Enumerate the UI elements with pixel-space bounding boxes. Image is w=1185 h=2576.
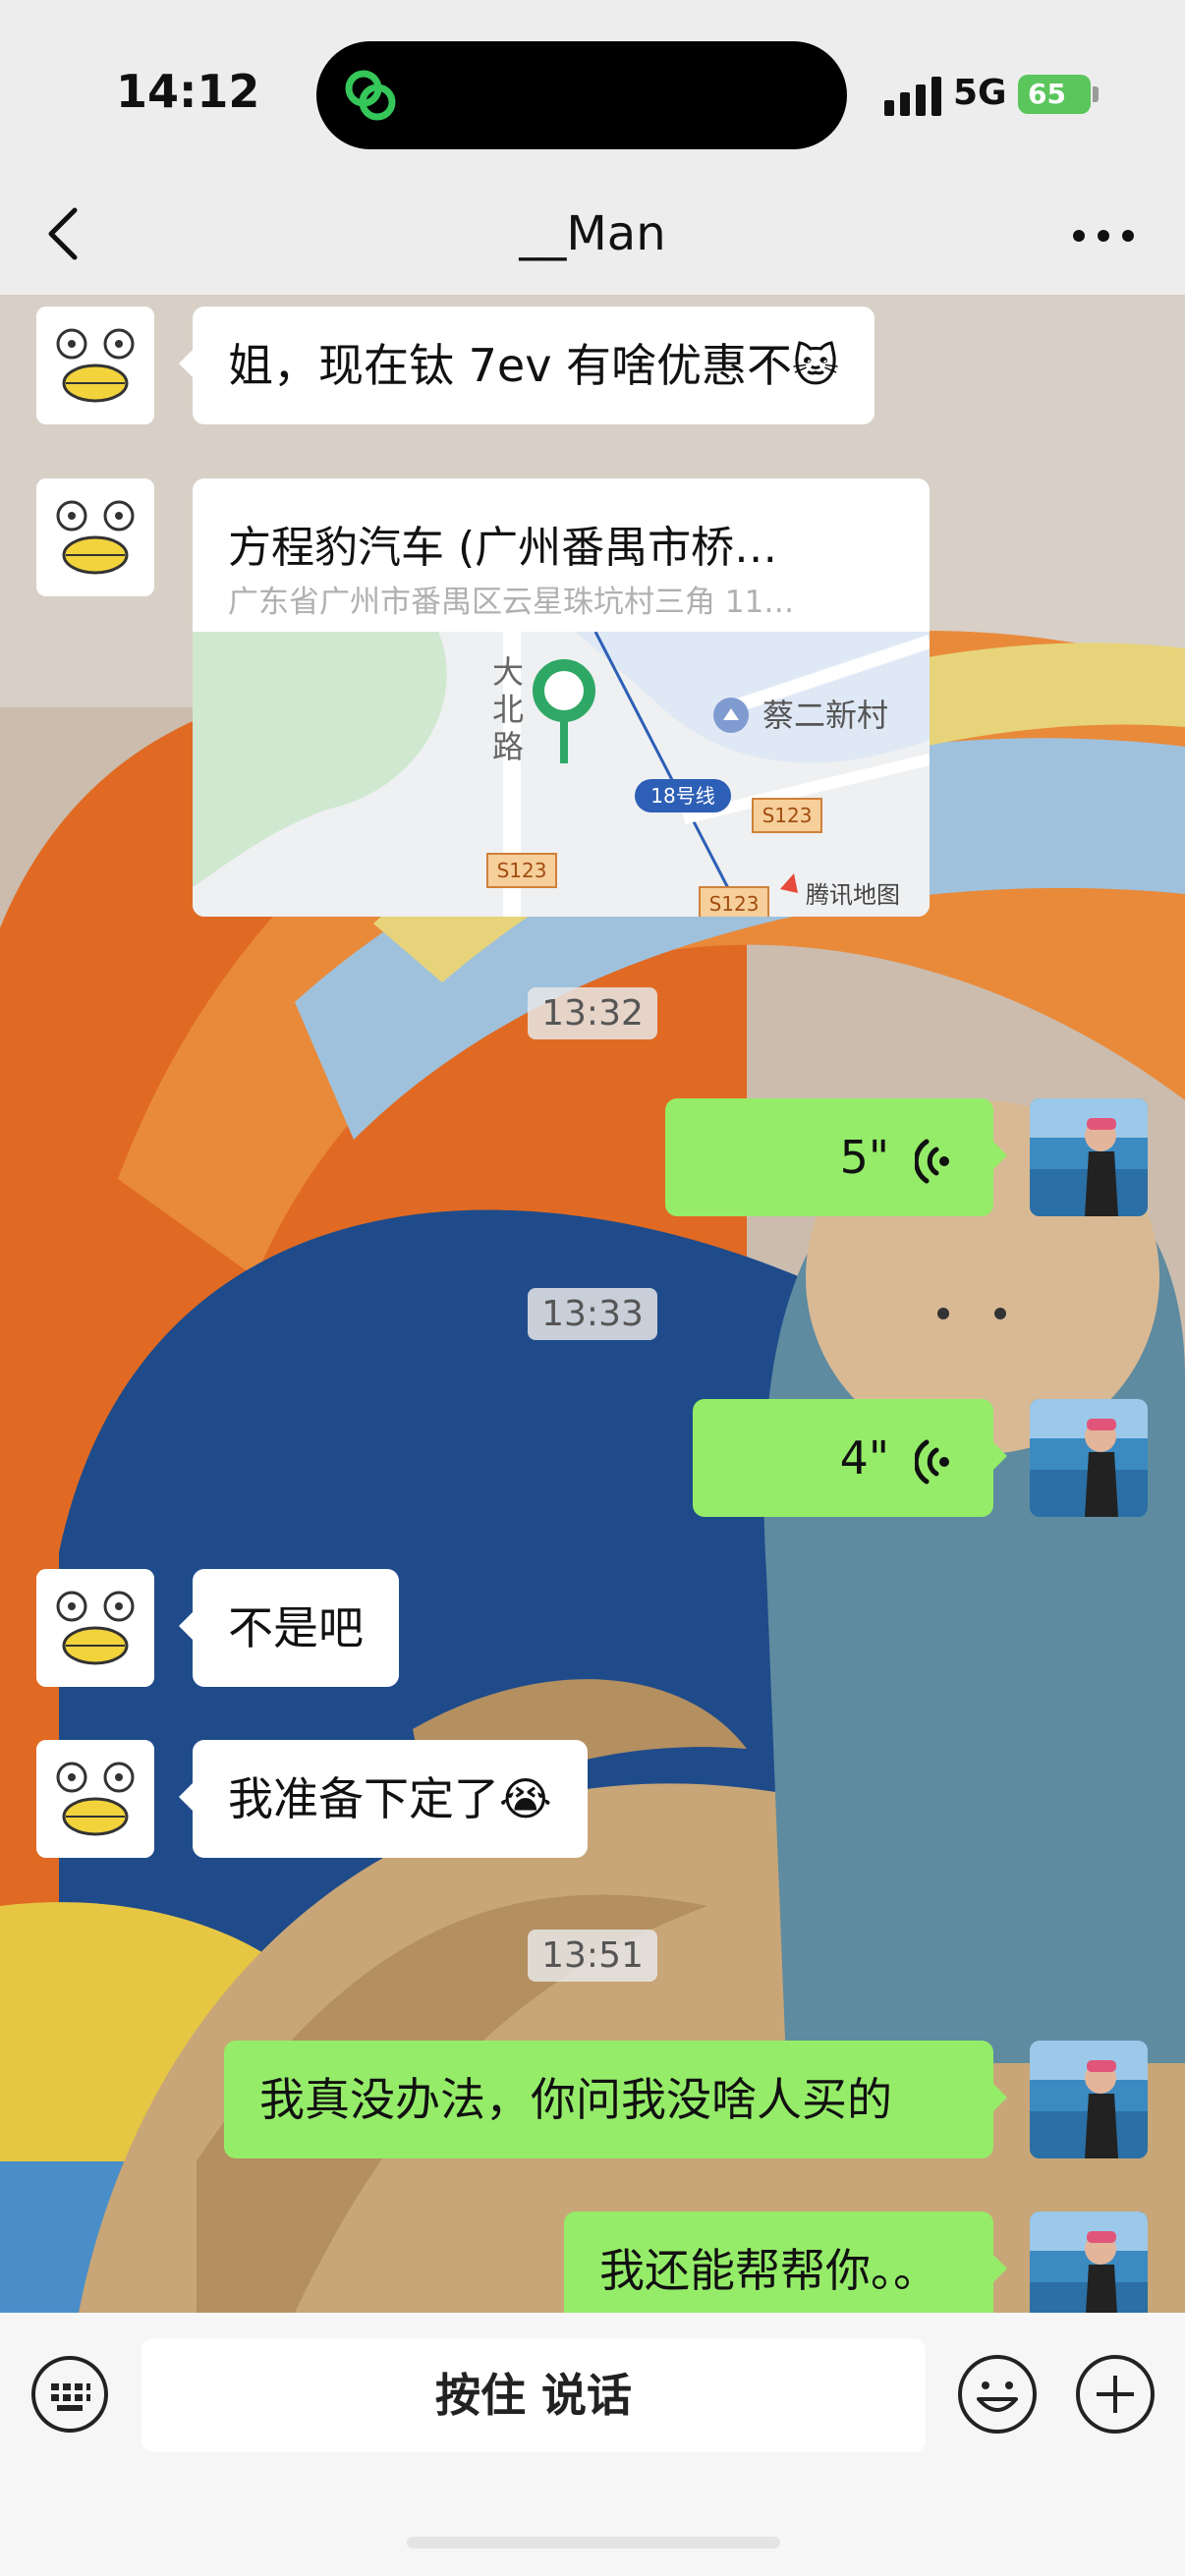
battery-tip <box>1093 86 1099 102</box>
voice-duration: 5" <box>839 1131 889 1184</box>
voice-duration: 4" <box>839 1431 889 1484</box>
battery-level: 65 <box>1028 78 1066 110</box>
message-bubble-outgoing[interactable]: 我还能帮帮你。。 <box>564 2212 1007 2313</box>
chat-area[interactable]: 姐，现在钛 7ev 有啥优惠不🐱 方程豹汽车 (广州番禺市桥… 广东省广州市番禺… <box>0 295 1185 2313</box>
status-time: 14:12 <box>116 65 260 118</box>
timestamp: 13:33 <box>0 1288 1185 1340</box>
contact-avatar[interactable] <box>36 307 154 424</box>
location-address: 广东省广州市番禺区云星珠坑村三角 11… <box>228 585 795 620</box>
map-highway-label: S123 <box>709 892 760 916</box>
map-road-label-3: 路 <box>492 728 524 765</box>
chat-title: __Man <box>519 206 666 261</box>
more-icon[interactable] <box>1069 224 1138 248</box>
voice-message-outgoing[interactable]: 4" <box>693 1399 1007 1517</box>
timestamp: 13:32 <box>0 987 1185 1039</box>
voice-wave-icon <box>915 1139 949 1183</box>
my-avatar[interactable] <box>1030 1098 1148 1216</box>
plus-icon[interactable] <box>1073 2352 1157 2436</box>
timestamp: 13:51 <box>0 1930 1185 1982</box>
my-avatar[interactable] <box>1030 2212 1148 2313</box>
map-highway-label: S123 <box>762 804 813 827</box>
contact-avatar[interactable] <box>36 1569 154 1687</box>
message-bubble-incoming[interactable]: 我准备下定了😭 <box>179 1740 588 1858</box>
dynamic-island <box>316 41 847 149</box>
map-highway-label: S123 <box>497 859 547 882</box>
timestamp-label: 13:33 <box>528 1288 657 1340</box>
keyboard-icon[interactable] <box>29 2354 110 2435</box>
message-bubble-incoming[interactable]: 不是吧 <box>179 1569 399 1687</box>
nav-bar: __Man <box>0 177 1185 295</box>
location-card[interactable]: 方程豹汽车 (广州番禺市桥… 广东省广州市番禺区云星珠坑村三角 11… 大 北 … <box>193 478 930 917</box>
my-avatar[interactable] <box>1030 2041 1148 2158</box>
status-bar: 14:12 5G 65 <box>0 0 1185 177</box>
hold-to-talk-button[interactable]: 按住 说话 <box>141 2338 926 2452</box>
contact-avatar[interactable] <box>36 478 154 596</box>
message-bubble-outgoing[interactable]: 我真没办法，你问我没啥人买的 <box>224 2041 1007 2158</box>
map-provider-label: 腾讯地图 <box>806 881 900 909</box>
my-avatar[interactable] <box>1030 1399 1148 1517</box>
link-icon <box>345 70 396 121</box>
voice-wave-icon <box>915 1439 949 1484</box>
emoji-icon[interactable] <box>955 2352 1040 2436</box>
location-map: 大 北 路 蔡二新村 18号线 S123 S123 S123 腾讯地图 <box>193 632 930 917</box>
timestamp-label: 13:51 <box>528 1930 657 1982</box>
map-village-label: 蔡二新村 <box>762 697 888 734</box>
voice-message-outgoing[interactable]: 5" <box>665 1098 1007 1216</box>
contact-avatar[interactable] <box>36 1740 154 1858</box>
timestamp-label: 13:32 <box>528 987 657 1039</box>
network-label: 5G <box>953 73 1007 113</box>
home-indicator <box>407 2537 780 2548</box>
location-title: 方程豹汽车 (广州番禺市桥… <box>228 523 778 573</box>
map-road-label-1: 大 <box>492 653 524 691</box>
map-road-label-2: 北 <box>492 691 524 728</box>
battery-icon: 65 <box>1018 75 1091 114</box>
input-bar: 按住 说话 <box>0 2313 1185 2576</box>
message-bubble-incoming[interactable]: 姐，现在钛 7ev 有啥优惠不🐱 <box>179 307 875 424</box>
map-metro-label: 18号线 <box>650 784 714 808</box>
signal-icon <box>884 77 941 116</box>
